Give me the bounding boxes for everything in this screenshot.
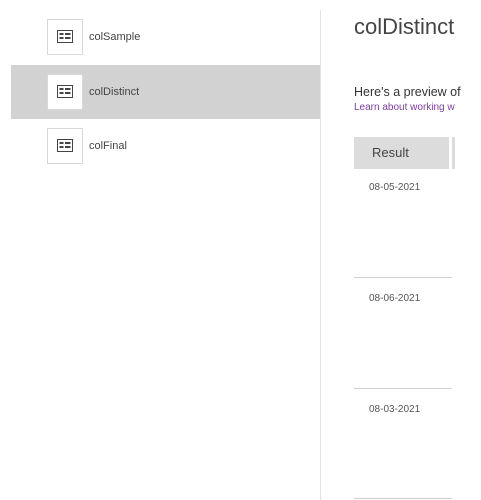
collection-item-colfinal[interactable]: colFinal <box>11 119 320 173</box>
collection-item-coldistinct[interactable]: colDistinct <box>11 65 320 119</box>
row-divider <box>354 498 452 499</box>
table-row: 08-05-2021 <box>354 172 452 282</box>
collection-icon <box>47 19 83 55</box>
collection-label: colSample <box>89 31 141 43</box>
collections-sidebar: colSample colDistinct colFinal <box>0 0 320 500</box>
row-divider <box>354 388 452 389</box>
row-divider <box>354 277 452 278</box>
collection-icon <box>47 74 83 110</box>
collection-item-colsample[interactable]: colSample <box>11 10 320 64</box>
collection-label: colFinal <box>89 140 127 152</box>
collection-label: colDistinct <box>89 86 140 98</box>
table-cell: 08-05-2021 <box>369 182 421 193</box>
table-row: 08-06-2021 <box>354 283 452 393</box>
page-title: colDistinct <box>354 14 455 39</box>
column-header-result[interactable]: Result <box>354 137 452 169</box>
table-cell: 08-03-2021 <box>369 404 421 415</box>
column-resize-handle[interactable] <box>452 137 455 169</box>
preview-description: Here's a preview of <box>354 85 461 99</box>
collection-preview-pane: colDistinct Here's a preview of Learn ab… <box>321 0 481 500</box>
table-row: 08-03-2021 <box>354 394 452 500</box>
table-cell: 08-06-2021 <box>369 293 421 304</box>
column-header-label: Result <box>372 145 409 160</box>
collection-icon <box>47 128 83 164</box>
learn-more-link[interactable]: Learn about working w <box>354 102 455 113</box>
